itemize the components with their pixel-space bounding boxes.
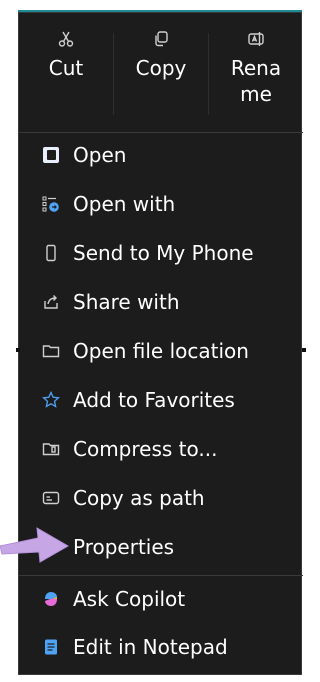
menu-item-label: Open — [73, 143, 127, 167]
path-icon — [41, 488, 61, 508]
open-with-icon — [41, 194, 61, 214]
menu-item-send-to-phone[interactable]: Send to My Phone — [19, 233, 303, 273]
pointer-arrow-annotation — [0, 527, 70, 563]
notepad-icon — [41, 637, 61, 657]
menu-item-label: Open file location — [73, 339, 249, 363]
share-icon — [41, 292, 61, 312]
menu-item-open[interactable]: Open — [19, 135, 303, 175]
zip-folder-icon — [41, 439, 61, 459]
menu-item-ask-copilot[interactable]: Ask Copilot — [19, 579, 303, 619]
resize-handle — [302, 348, 306, 352]
scissors-icon — [57, 29, 75, 49]
copy-label: Copy — [135, 56, 187, 80]
menu-item-label: Properties — [73, 535, 175, 559]
rename-icon — [247, 29, 265, 49]
menu-item-open-with[interactable]: Open with — [19, 184, 303, 224]
menu-item-label: Send to My Phone — [73, 241, 254, 265]
copilot-icon — [41, 589, 61, 609]
resize-handle — [16, 348, 20, 352]
phone-icon — [41, 243, 61, 263]
menu-item-label: Edit in Notepad — [73, 635, 228, 659]
menu-divider — [19, 132, 303, 133]
menu-item-label: Ask Copilot — [73, 587, 186, 611]
menu-divider — [19, 575, 303, 576]
menu-item-share-with[interactable]: Share with — [19, 282, 303, 322]
rename-button[interactable]: Rena me — [209, 13, 303, 125]
copy-button[interactable]: Copy — [114, 13, 208, 125]
open-app-icon — [41, 145, 61, 165]
star-icon — [41, 390, 61, 410]
menu-item-copy-as-path[interactable]: Copy as path — [19, 478, 303, 518]
menu-item-label: Compress to... — [73, 437, 218, 461]
menu-item-add-to-favorites[interactable]: Add to Favorites — [19, 380, 303, 420]
rename-label: Rena me — [230, 56, 282, 106]
menu-item-open-file-location[interactable]: Open file location — [19, 331, 303, 371]
quick-actions-row: Cut Copy Rena me — [19, 13, 303, 125]
cut-button[interactable]: Cut — [19, 13, 113, 125]
menu-item-label: Add to Favorites — [73, 388, 235, 412]
menu-item-compress-to[interactable]: Compress to... — [19, 429, 303, 469]
folder-icon — [41, 341, 61, 361]
cut-label: Cut — [48, 56, 84, 80]
menu-item-label: Share with — [73, 290, 180, 314]
context-menu: Cut Copy Rena me Open Open with Send to … — [18, 12, 303, 675]
menu-item-label: Open with — [73, 192, 176, 216]
menu-item-label: Copy as path — [73, 486, 205, 510]
copy-icon — [152, 29, 170, 49]
menu-item-edit-in-notepad[interactable]: Edit in Notepad — [19, 627, 303, 667]
